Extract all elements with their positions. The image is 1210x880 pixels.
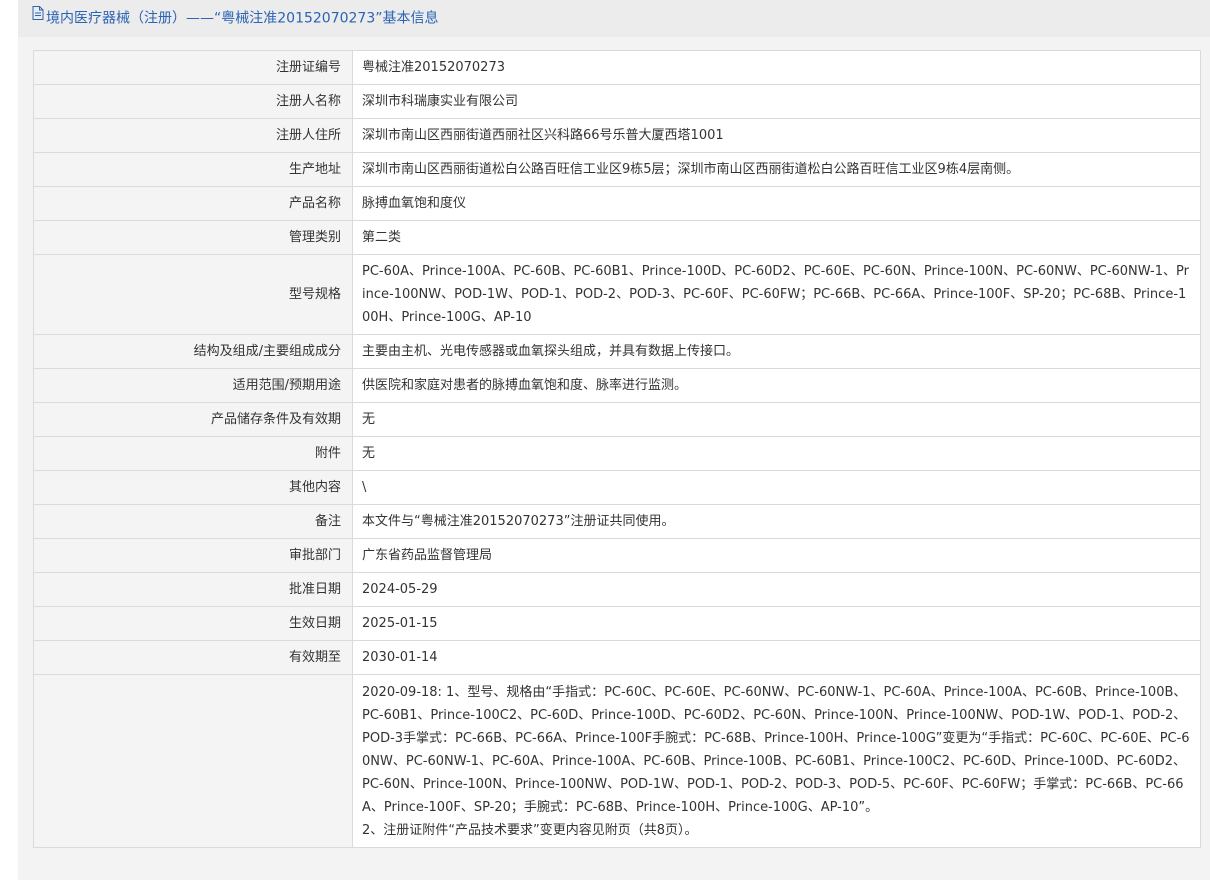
- field-value: 供医院和家庭对患者的脉搏血氧饱和度、脉率进行监测。: [352, 368, 1201, 403]
- info-row: 批准日期 2024-05-29: [33, 572, 1201, 607]
- change-record-label: [33, 674, 353, 848]
- field-label: 管理类别: [33, 220, 353, 255]
- field-value: 2030-01-14: [352, 640, 1201, 675]
- detail-content: 注册证编号 粤械注准20152070273 注册人名称 深圳市科瑞康实业有限公司 注册人…: [33, 50, 1201, 848]
- page: 境内医疗器械（注册）——“粤械注准20152070273”基本信息 注册证编号粤…: [18, 0, 1210, 880]
- field-label: 注册人名称: [33, 84, 353, 119]
- field-value: PC-60A、Prince-100A、PC-60B、PC-60B1、Prince…: [352, 254, 1201, 335]
- field-label: 批准日期: [33, 572, 353, 607]
- field-label: 生效日期: [33, 606, 353, 641]
- change-record-cell: 2020-09-18: 1、型号、规格由“手指式：PC-60C、PC-60E、P…: [352, 674, 1201, 848]
- info-row: 注册人名称 深圳市科瑞康实业有限公司: [33, 84, 1201, 119]
- info-row: 备注 本文件与“粤械注准20152070273”注册证共同使用。: [33, 504, 1201, 539]
- info-row: 结构及组成/主要组成成分 主要由主机、光电传感器或血氧探头组成，并具有数据上传接口…: [33, 334, 1201, 369]
- info-row: 审批部门 广东省药品监督管理局: [33, 538, 1201, 573]
- change-record-text: 2020-09-18: 1、型号、规格由“手指式：PC-60C、PC-60E、P…: [362, 685, 1190, 838]
- field-label: 结构及组成/主要组成成分: [33, 334, 353, 369]
- field-value: 深圳市南山区西丽街道西丽社区兴科路66号乐普大厦西塔1001: [352, 118, 1201, 153]
- field-value: 本文件与“粤械注准20152070273”注册证共同使用。: [352, 504, 1201, 539]
- field-label: 有效期至: [33, 640, 353, 675]
- field-label: 生产地址: [33, 152, 353, 187]
- field-label: 注册人住所: [33, 118, 353, 153]
- field-label: 备注: [33, 504, 353, 539]
- info-row: 附件无: [33, 436, 1201, 471]
- field-label: 附件: [33, 436, 353, 471]
- field-value: 广东省药品监督管理局: [352, 538, 1201, 573]
- page-title: 境内医疗器械（注册）——“粤械注准20152070273”基本信息: [46, 10, 439, 27]
- field-value: 深圳市科瑞康实业有限公司: [352, 84, 1201, 119]
- info-row: 适用范围/预期用途 供医院和家庭对患者的脉搏血氧饱和度、脉率进行监测。: [33, 368, 1201, 403]
- info-row: 注册证编号 粤械注准20152070273: [33, 50, 1201, 85]
- info-row: 生效日期 2025-01-15: [33, 606, 1201, 641]
- field-label: 注册证编号: [33, 50, 353, 85]
- field-label: 产品储存条件及有效期: [33, 402, 353, 437]
- registration-info-table: 注册证编号 粤械注准20152070273 注册人名称 深圳市科瑞康实业有限公司 注册人…: [33, 50, 1201, 848]
- change-record-row: 2020-09-18: 1、型号、规格由“手指式：PC-60C、PC-60E、P…: [33, 674, 1201, 848]
- info-row: 其他内容 \: [33, 470, 1201, 505]
- field-value: 第二类: [352, 220, 1201, 255]
- field-label: 适用范围/预期用途: [33, 368, 353, 403]
- field-value: 粤械注准20152070273: [352, 50, 1201, 85]
- field-label: 产品名称: [33, 186, 353, 221]
- info-row: 管理类别 第二类: [33, 220, 1201, 255]
- field-value: 深圳市南山区西丽街道松白公路百旺信工业区9栋5层；深圳市南山区西丽街道松白公路百…: [352, 152, 1201, 187]
- field-value: \: [352, 470, 1201, 505]
- field-value: 无: [352, 402, 1201, 437]
- info-row: 产品储存条件及有效期无: [33, 402, 1201, 437]
- field-label: 型号规格: [33, 254, 353, 335]
- field-label: 其他内容: [33, 470, 353, 505]
- field-value: 主要由主机、光电传感器或血氧探头组成，并具有数据上传接口。: [352, 334, 1201, 369]
- info-row: 有效期至 2030-01-14: [33, 640, 1201, 675]
- page-header: 境内医疗器械（注册）——“粤械注准20152070273”基本信息: [18, 0, 1210, 37]
- info-row: 产品名称 脉搏血氧饱和度仪: [33, 186, 1201, 221]
- info-row: 生产地址 深圳市南山区西丽街道松白公路百旺信工业区9栋5层；深圳市南山区西丽街道松…: [33, 152, 1201, 187]
- info-table-body: 注册证编号 粤械注准20152070273 注册人名称 深圳市科瑞康实业有限公司 注册人…: [33, 50, 1201, 848]
- field-value: 2024-05-29: [352, 572, 1201, 607]
- field-value: 脉搏血氧饱和度仪: [352, 186, 1201, 221]
- field-value: 无: [352, 436, 1201, 471]
- info-row: 型号规格 PC-60A、Prince-100A、PC-60B、PC-60B1、Pr…: [33, 254, 1201, 335]
- document-icon: [32, 0, 44, 35]
- field-value: 2025-01-15: [352, 606, 1201, 641]
- info-row: 注册人住所 深圳市南山区西丽街道西丽社区兴科路66号乐普大厦西塔1001: [33, 118, 1201, 153]
- field-label: 审批部门: [33, 538, 353, 573]
